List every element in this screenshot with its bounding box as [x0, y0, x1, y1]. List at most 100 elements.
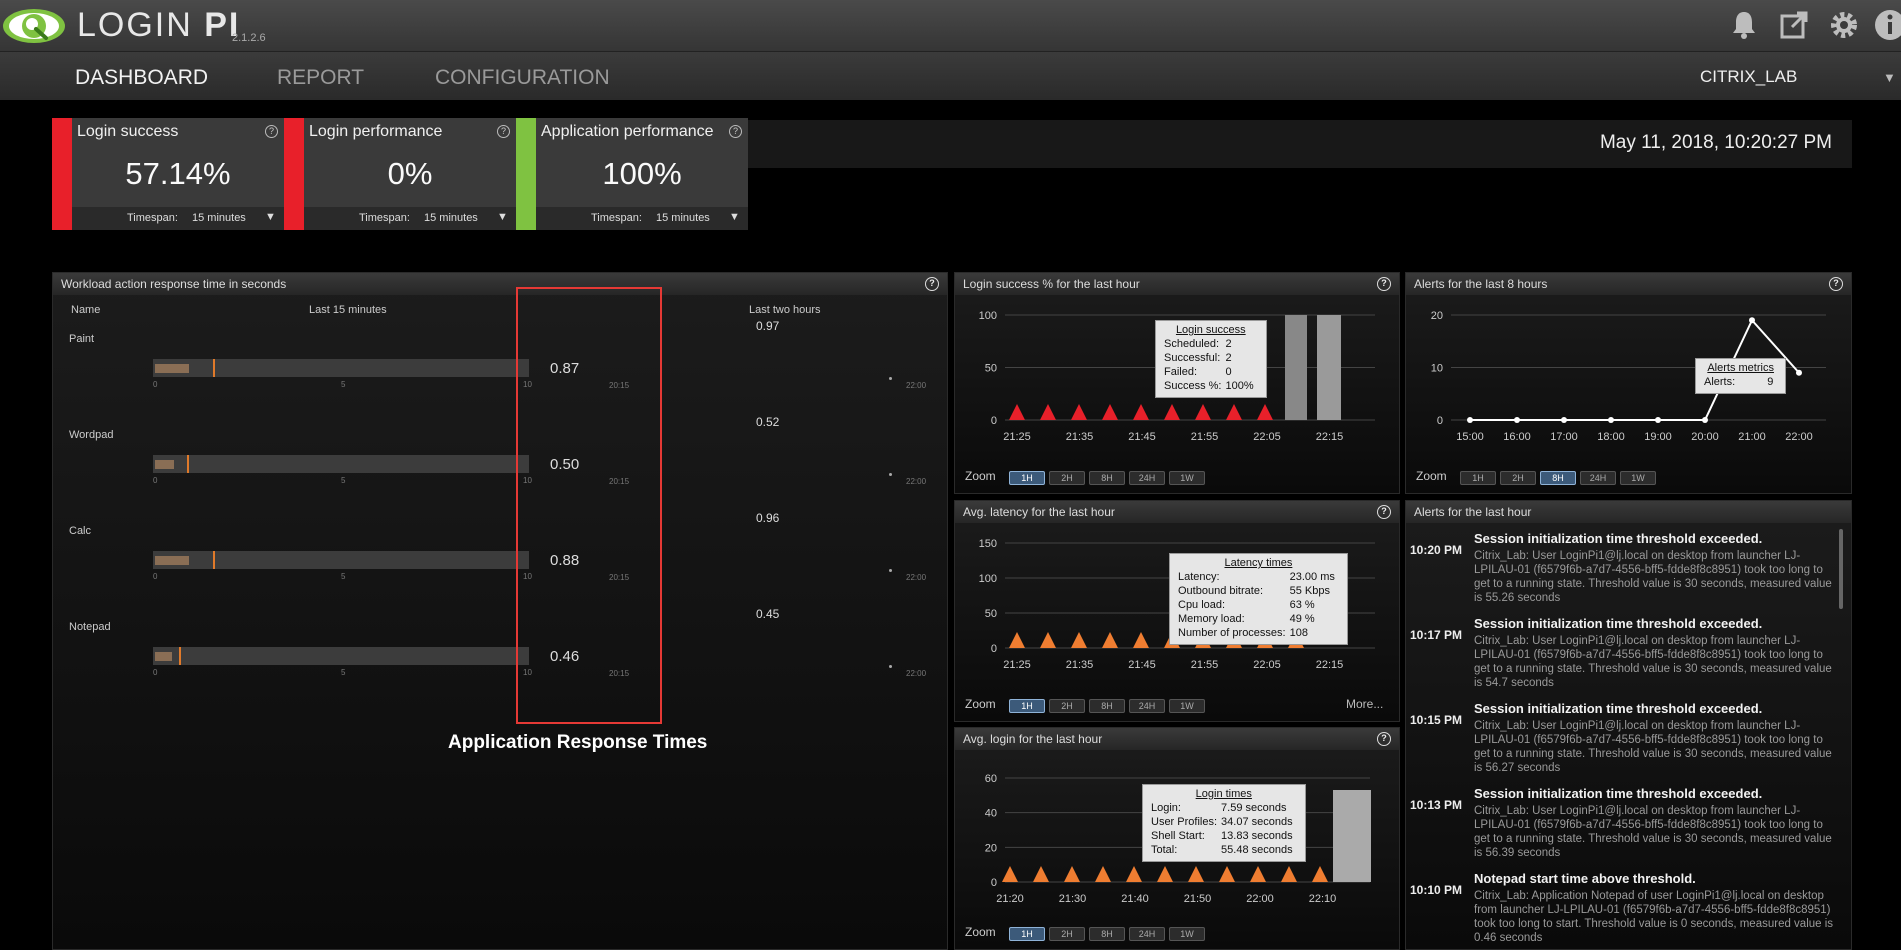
y-tick-label: 100	[979, 573, 997, 585]
help-icon[interactable]: ?	[1377, 277, 1391, 291]
panel-header: Alerts for the last 8 hours ?	[1406, 273, 1851, 295]
zoom-button-1h[interactable]: 1H	[1009, 699, 1045, 713]
zoom-button-1w[interactable]: 1W	[1169, 471, 1205, 485]
alert-item[interactable]: 10:13 PM Session initialization time thre…	[1410, 786, 1850, 866]
alerts-8h-panel: Alerts for the last 8 hours ? 0 10 20 15:00…	[1405, 272, 1852, 494]
x-tick-label: 22:15	[1316, 659, 1344, 671]
login-success-panel: Login success % for the last hour ? 0 50 1…	[954, 272, 1400, 494]
timespan-dropdown-icon[interactable]: ▼	[497, 211, 508, 223]
y-tick-label: 50	[985, 608, 997, 620]
zoom-button-2h[interactable]: 2H	[1049, 927, 1085, 941]
tab-report[interactable]: REPORT	[277, 66, 364, 90]
tooltip-key: Alerts:	[1704, 376, 1736, 388]
alerts-scrollbar[interactable]	[1839, 529, 1843, 609]
more-link[interactable]: More...	[1346, 697, 1383, 711]
x-tick-label: 21:50	[1184, 893, 1212, 905]
tooltip-value: 2	[1225, 338, 1232, 350]
help-icon[interactable]: ?	[1377, 505, 1391, 519]
timespan-value[interactable]: 15 minutes	[424, 212, 478, 224]
zoom-button-24h[interactable]: 24H	[1129, 699, 1165, 713]
series-point	[1561, 417, 1567, 423]
tooltip-value: 63 %	[1289, 599, 1315, 611]
series-bar	[1333, 790, 1371, 882]
tooltip-value: 55.48 seconds	[1221, 844, 1293, 856]
x-tick-label: 21:55	[1191, 659, 1219, 671]
zoom-button-24h[interactable]: 24H	[1580, 471, 1616, 485]
zoom-button-8h[interactable]: 8H	[1089, 927, 1125, 941]
zoom-button-8h[interactable]: 8H	[1089, 471, 1125, 485]
zoom-button-1w[interactable]: 1W	[1169, 927, 1205, 941]
x-tick-label: 22:10	[1309, 893, 1337, 905]
zoom-button-1w[interactable]: 1W	[1169, 699, 1205, 713]
y-tick-label: 0	[991, 415, 997, 427]
environment-selector[interactable]: CITRIX_LAB	[1700, 67, 1797, 87]
y-tick-label: 100	[979, 310, 997, 322]
x-tick-label: 21:40	[1121, 893, 1149, 905]
x-tick-label: 21:35	[1066, 659, 1094, 671]
alert-item[interactable]: 10:20 PM Session initialization time thre…	[1410, 531, 1850, 611]
series-marker	[1009, 632, 1025, 648]
tooltip-key: Login:	[1151, 802, 1181, 814]
zoom-button-2h[interactable]: 2H	[1049, 699, 1085, 713]
zoom-button-8h[interactable]: 8H	[1540, 471, 1576, 485]
app-version: 2.1.2.6	[232, 32, 266, 44]
zoom-button-24h[interactable]: 24H	[1129, 471, 1165, 485]
series-marker	[1133, 404, 1149, 420]
x-tick-label: 21:00	[1738, 431, 1766, 443]
notifications-bell-icon[interactable]	[1727, 8, 1761, 42]
help-icon[interactable]: ?	[265, 125, 278, 138]
tooltip-key: User Profiles:	[1151, 816, 1218, 828]
help-icon[interactable]: ?	[497, 125, 510, 138]
timespan-dropdown-icon[interactable]: ▼	[729, 211, 740, 223]
alert-item[interactable]: 10:17 PM Session initialization time thre…	[1410, 616, 1850, 696]
series-marker	[1281, 866, 1297, 882]
response-bar-marker	[179, 647, 181, 665]
settings-gear-icon[interactable]	[1827, 8, 1861, 42]
tab-dashboard[interactable]: DASHBOARD	[75, 66, 208, 90]
zoom-button-2h[interactable]: 2H	[1049, 471, 1085, 485]
status-bar	[52, 118, 72, 230]
series-marker	[1002, 866, 1018, 882]
panel-header: Login success % for the last hour ?	[955, 273, 1399, 295]
tooltip-title: Login success	[1175, 324, 1246, 336]
alert-item[interactable]: 10:10 PM Notepad start time above thresho…	[1410, 871, 1850, 950]
panel-title: Alerts for the last 8 hours	[1414, 277, 1548, 291]
zoom-button-1w[interactable]: 1W	[1620, 471, 1656, 485]
series-marker	[1033, 866, 1049, 882]
alert-item[interactable]: 10:15 PM Session initialization time thre…	[1410, 701, 1850, 781]
external-link-icon[interactable]	[1777, 8, 1811, 42]
alert-body: Citrix_Lab: User LoginPi1@lj.local on de…	[1474, 635, 1832, 689]
help-icon[interactable]: ?	[729, 125, 742, 138]
tooltip-key: Success %:	[1164, 380, 1222, 392]
environment-dropdown-caret-icon[interactable]: ▼	[1883, 70, 1896, 85]
help-icon[interactable]: ?	[1829, 277, 1843, 291]
alert-body: Citrix_Lab: Application Notepad of user …	[1474, 890, 1834, 944]
zoom-label: Zoom	[1416, 469, 1447, 483]
tab-configuration[interactable]: CONFIGURATION	[435, 66, 610, 90]
zoom-button-24h[interactable]: 24H	[1129, 927, 1165, 941]
series-point	[1608, 417, 1614, 423]
tooltip-key: Total:	[1151, 844, 1178, 856]
zoom-button-1h[interactable]: 1H	[1009, 927, 1045, 941]
zoom-button-2h[interactable]: 2H	[1500, 471, 1536, 485]
timespan-dropdown-icon[interactable]: ▼	[265, 211, 276, 223]
timespan-value[interactable]: 15 minutes	[192, 212, 246, 224]
zoom-label: Zoom	[965, 469, 996, 483]
series-point	[1796, 369, 1802, 376]
x-tick-label: 20:00	[1691, 431, 1719, 443]
alert-title: Session initialization time threshold ex…	[1474, 701, 1763, 716]
highlight-annotation-box	[516, 287, 662, 724]
series-bar	[1285, 315, 1307, 420]
timespan-value[interactable]: 15 minutes	[656, 212, 710, 224]
x-tick-label: 22:05	[1253, 431, 1281, 443]
kpi-title: Application performance	[541, 123, 714, 140]
info-icon[interactable]	[1873, 8, 1901, 42]
main-nav: DASHBOARD REPORT CONFIGURATION CITRIX_LA…	[0, 52, 1901, 100]
zoom-button-1h[interactable]: 1H	[1009, 471, 1045, 485]
zoom-button-8h[interactable]: 8H	[1089, 699, 1125, 713]
two-hour-max-value: 0.45	[756, 607, 780, 621]
x-tick-label: 22:05	[1253, 659, 1281, 671]
tooltip-title: Latency times	[1224, 557, 1293, 569]
zoom-button-1h[interactable]: 1H	[1460, 471, 1496, 485]
help-icon[interactable]: ?	[1377, 732, 1391, 746]
